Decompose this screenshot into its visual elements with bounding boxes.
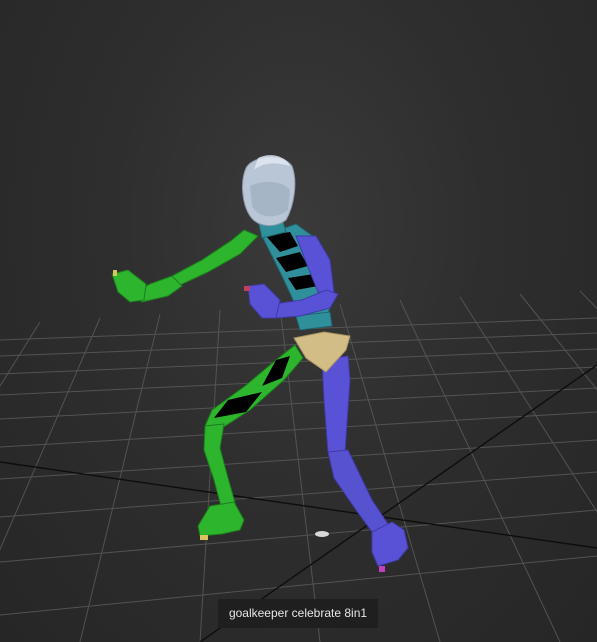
left-leg[interactable] xyxy=(197,344,304,540)
head[interactable] xyxy=(242,155,296,226)
ground-marker xyxy=(315,531,329,537)
left-arm[interactable] xyxy=(111,229,259,303)
scene-canvas[interactable] xyxy=(0,0,597,642)
3d-viewport[interactable]: goalkeeper celebrate 8in1 xyxy=(0,0,597,642)
animation-name-label: goalkeeper celebrate 8in1 xyxy=(218,599,378,628)
